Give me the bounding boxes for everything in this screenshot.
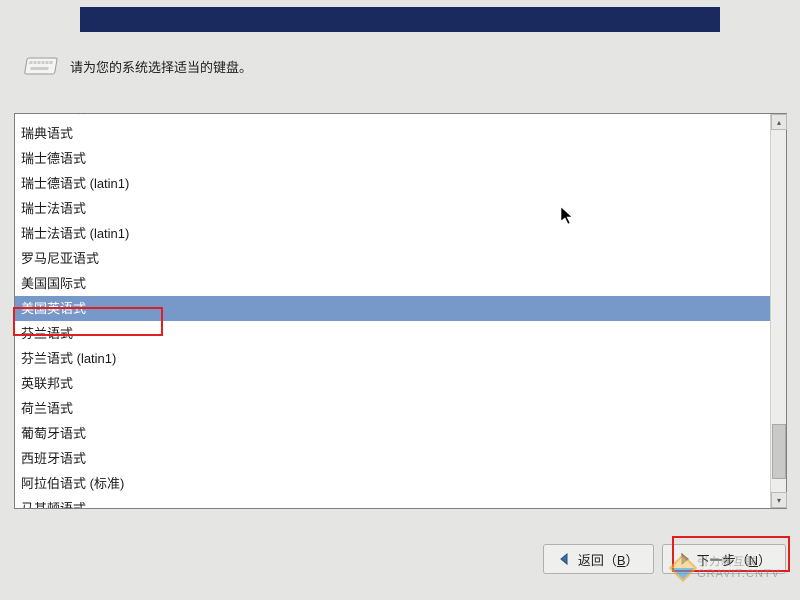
list-item[interactable]: 美国国际式 xyxy=(15,271,770,296)
list-item[interactable]: 阿拉伯语式 (标准) xyxy=(15,471,770,496)
list-item[interactable]: 瑞士德语式 (latin1) xyxy=(15,171,770,196)
scroll-up-button[interactable]: ▴ xyxy=(771,114,787,130)
prompt-text: 请为您的系统选择适当的键盘。 xyxy=(70,57,252,76)
keyboard-icon xyxy=(24,54,58,78)
header-banner xyxy=(80,7,720,32)
prompt-row: 请为您的系统选择适当的键盘。 xyxy=(24,54,252,78)
scroll-thumb[interactable] xyxy=(772,424,786,479)
scroll-down-button[interactable]: ▾ xyxy=(771,492,787,508)
list-item[interactable]: 美国英语式 xyxy=(15,296,770,321)
back-button[interactable]: 返回（B） xyxy=(543,544,654,574)
list-item[interactable]: 马其顿语式 xyxy=(15,496,770,508)
list-item[interactable]: 芬兰语式 (latin1) xyxy=(15,346,770,371)
list-item[interactable]: 瑞士德语式 xyxy=(15,146,770,171)
list-item[interactable]: 荷兰语式 xyxy=(15,396,770,421)
next-button[interactable]: 下一步（N） xyxy=(662,544,786,574)
scrollbar[interactable]: ▴ ▾ xyxy=(770,114,786,508)
list-item[interactable]: 罗马尼亚语式 xyxy=(15,246,770,271)
list-item[interactable]: 爱沙尼亚语式 xyxy=(15,114,770,121)
list-item[interactable]: 芬兰语式 xyxy=(15,321,770,346)
arrow-right-icon xyxy=(677,552,691,566)
back-button-label: 返回（B） xyxy=(578,550,639,569)
list-item[interactable]: 葡萄牙语式 xyxy=(15,421,770,446)
keyboard-listbox[interactable]: 爱沙尼亚语式瑞典语式瑞士德语式瑞士德语式 (latin1)瑞士法语式瑞士法语式 … xyxy=(14,113,787,509)
next-button-label: 下一步（N） xyxy=(697,550,771,569)
list-item[interactable]: 瑞士法语式 (latin1) xyxy=(15,221,770,246)
button-row: 返回（B） 下一步（N） xyxy=(543,544,786,574)
list-item[interactable]: 瑞典语式 xyxy=(15,121,770,146)
arrow-left-icon xyxy=(558,552,572,566)
list-item[interactable]: 瑞士法语式 xyxy=(15,196,770,221)
list-item[interactable]: 英联邦式 xyxy=(15,371,770,396)
list-item[interactable]: 西班牙语式 xyxy=(15,446,770,471)
